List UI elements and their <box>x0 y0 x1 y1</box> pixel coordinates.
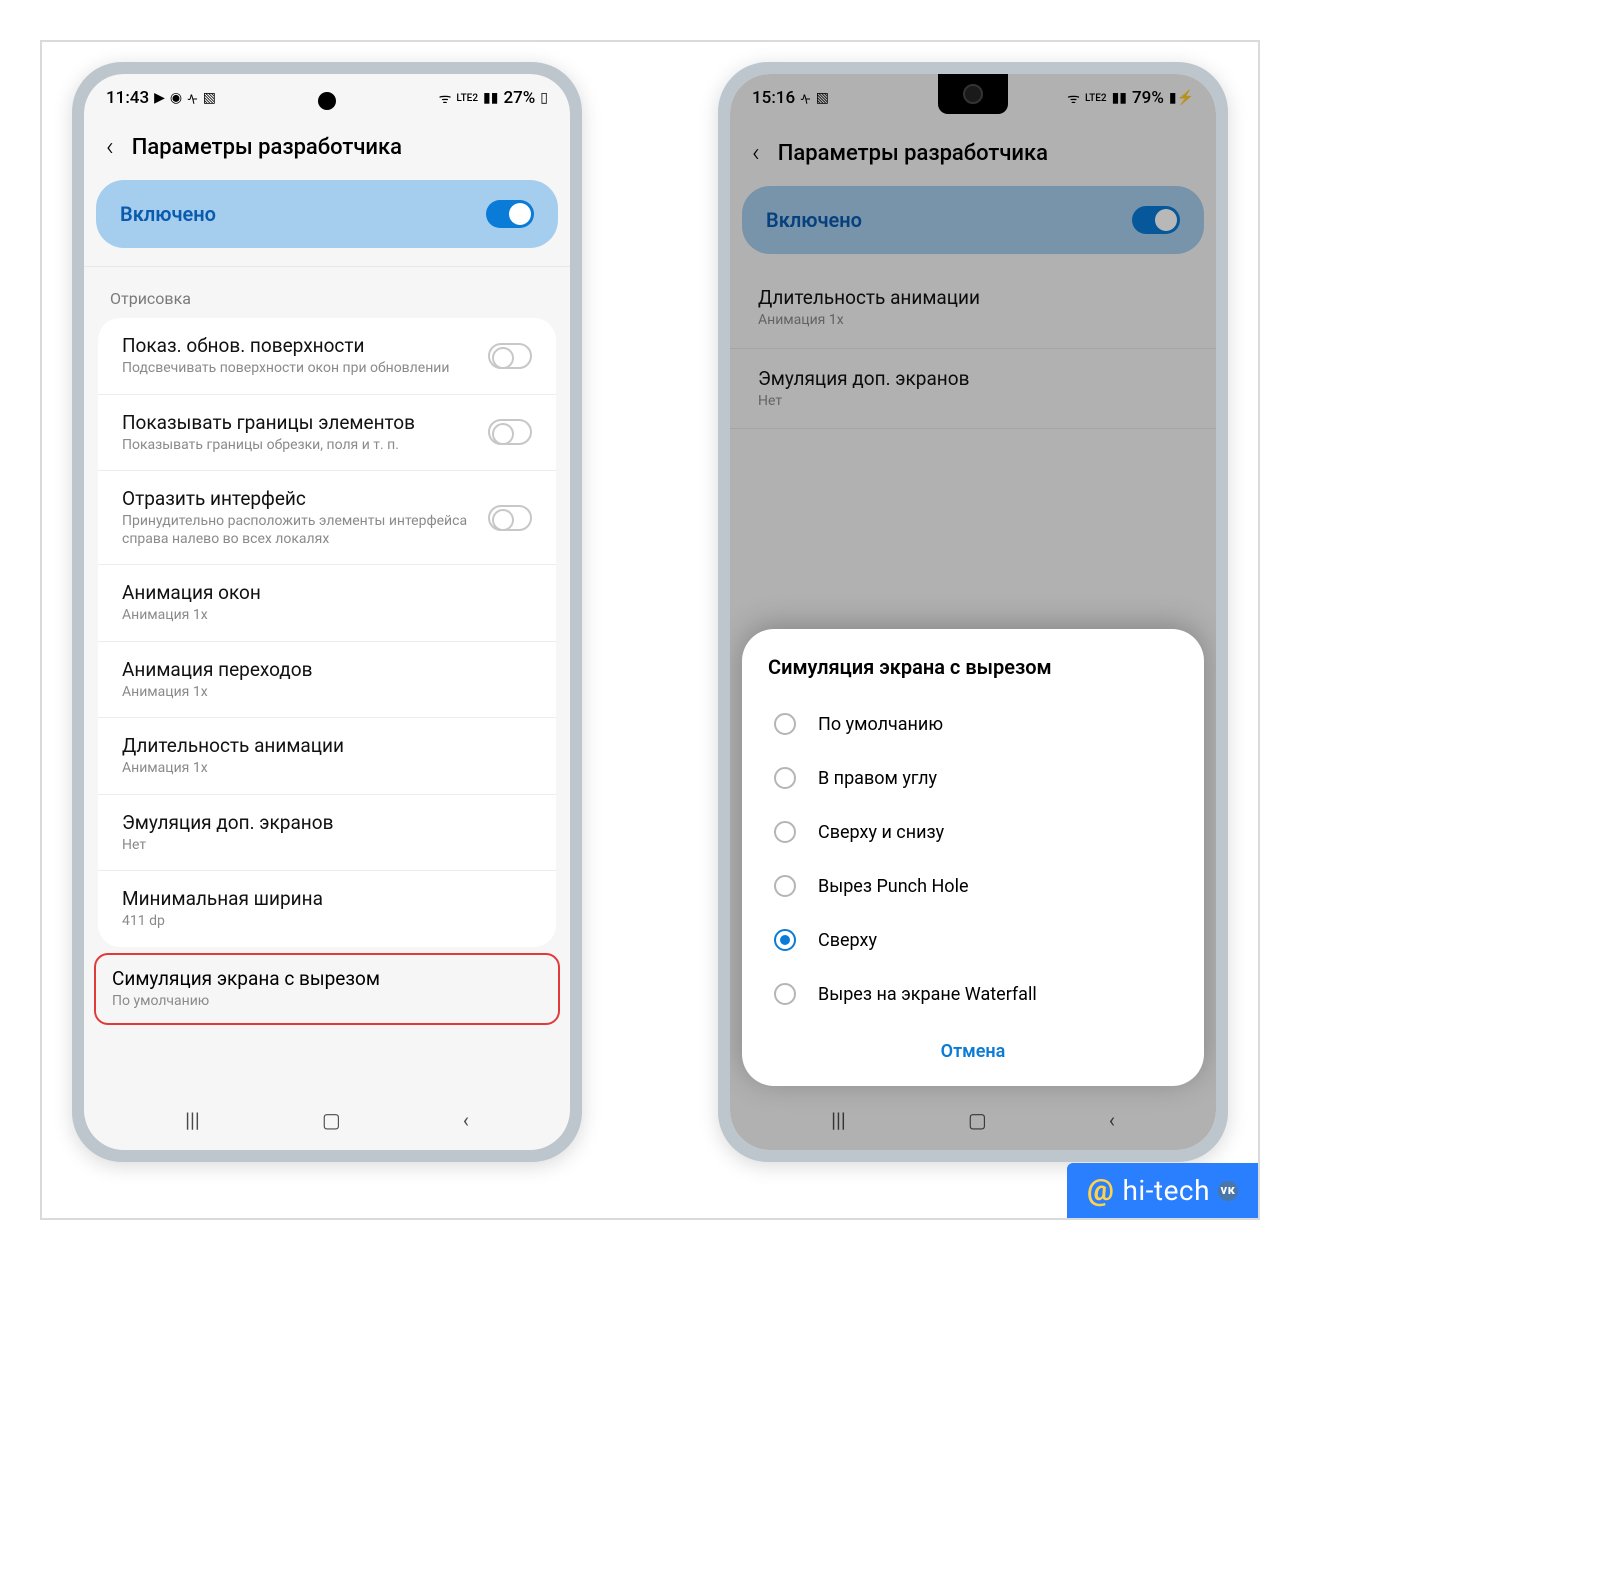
radio-icon[interactable] <box>774 821 796 843</box>
watermark-text: hi-tech <box>1122 1174 1210 1207</box>
app-icon: ◉ <box>170 90 182 106</box>
battery-pct: 27% <box>503 88 535 108</box>
back-nav-icon[interactable]: ‹ <box>463 1108 469 1132</box>
radio-label: Вырез на экране Waterfall <box>818 984 1037 1005</box>
master-toggle-label: Включено <box>120 202 216 226</box>
battery-icon: ▯ <box>540 90 548 106</box>
radio-option[interactable]: Сверху и снизу <box>768 805 1178 859</box>
settings-row[interactable]: Отразить интерфейс Принудительно располож… <box>98 471 556 565</box>
home-icon[interactable]: ▢ <box>322 1108 341 1132</box>
row-title: Эмуляция доп. экранов <box>122 811 333 834</box>
row-subtitle: Подсвечивать поверхности окон при обновл… <box>122 360 449 378</box>
toggle-off-icon[interactable] <box>488 505 532 531</box>
row-subtitle: Анимация 1x <box>122 760 344 778</box>
settings-card: Показ. обнов. поверхности Подсвечивать по… <box>98 318 556 947</box>
settings-row[interactable]: Анимация окон Анимация 1x <box>98 565 556 642</box>
toggle-off-icon[interactable] <box>488 419 532 445</box>
radio-option[interactable]: Вырез Punch Hole <box>768 859 1178 913</box>
phone-right: 15:16 ᠰ ▧ ᯤ LTE2 ▮▮ 79% ▮⚡ ‹ <box>718 62 1228 1162</box>
row-title: Минимальная ширина <box>122 887 323 910</box>
radio-option[interactable]: Вырез на экране Waterfall <box>768 967 1178 1021</box>
row-subtitle: Принудительно расположить элементы интер… <box>122 513 474 548</box>
radio-icon[interactable] <box>774 713 796 735</box>
camera-punch-icon <box>318 92 336 110</box>
android-navbar: ||| ▢ ‹ <box>84 1092 570 1150</box>
cancel-button[interactable]: Отмена <box>768 1021 1178 1074</box>
graph-icon: ᠰ <box>187 86 198 110</box>
vk-icon: vк <box>1218 1181 1238 1201</box>
section-drawing: Отрисовка <box>84 266 570 318</box>
radio-icon[interactable] <box>774 875 796 897</box>
settings-row[interactable]: Показывать границы элементов Показывать г… <box>98 395 556 472</box>
recents-icon[interactable]: ||| <box>185 1108 200 1132</box>
row-subtitle: Анимация 1x <box>122 684 312 702</box>
dialog-title: Симуляция экрана с вырезом <box>768 655 1178 679</box>
row-title: Длительность анимации <box>122 734 344 757</box>
row-subtitle: Анимация 1x <box>122 607 261 625</box>
cutout-title: Симуляция экрана с вырезом <box>112 967 542 990</box>
cutout-sim-row[interactable]: Симуляция экрана с вырезом По умолчанию <box>94 953 560 1025</box>
radio-icon[interactable] <box>774 983 796 1005</box>
page-header: ‹ Параметры разработчика <box>84 116 570 180</box>
row-subtitle: Показывать границы обрезки, поля и т. п. <box>122 437 415 455</box>
network-label: LTE2 <box>456 93 478 104</box>
row-title: Показывать границы элементов <box>122 411 415 434</box>
toggle-off-icon[interactable] <box>488 343 532 369</box>
youtube-icon: ▶ <box>154 90 165 106</box>
settings-row[interactable]: Показ. обнов. поверхности Подсвечивать по… <box>98 318 556 395</box>
row-title: Показ. обнов. поверхности <box>122 334 449 357</box>
signal-icon: ▮▮ <box>483 90 498 106</box>
gallery-icon: ▧ <box>203 90 216 106</box>
radio-label: В правом углу <box>818 768 937 789</box>
radio-option[interactable]: Сверху <box>768 913 1178 967</box>
radio-label: Сверху и снизу <box>818 822 944 843</box>
radio-label: Вырез Punch Hole <box>818 876 969 897</box>
master-toggle-row[interactable]: Включено <box>96 180 558 248</box>
wifi-icon: ᯤ <box>439 89 452 108</box>
at-icon: @ <box>1087 1173 1114 1208</box>
settings-row[interactable]: Минимальная ширина 411 dp <box>98 871 556 947</box>
cutout-sub: По умолчанию <box>112 993 542 1009</box>
page-title: Параметры разработчика <box>132 135 402 160</box>
radio-label: Сверху <box>818 930 877 951</box>
toggle-on-icon[interactable] <box>486 200 534 228</box>
settings-row[interactable]: Длительность анимации Анимация 1x <box>98 718 556 795</box>
radio-selected-icon[interactable] <box>774 929 796 951</box>
radio-icon[interactable] <box>774 767 796 789</box>
row-title: Анимация окон <box>122 581 261 604</box>
settings-row[interactable]: Эмуляция доп. экранов Нет <box>98 795 556 872</box>
row-subtitle: 411 dp <box>122 913 323 931</box>
radio-label: По умолчанию <box>818 714 943 735</box>
status-time: 11:43 <box>106 88 149 108</box>
row-title: Отразить интерфейс <box>122 487 474 510</box>
row-subtitle: Нет <box>122 837 333 855</box>
cutout-dialog: Симуляция экрана с вырезом По умолчанию В… <box>742 629 1204 1086</box>
row-title: Анимация переходов <box>122 658 312 681</box>
watermark: @ hi-tech vк <box>1067 1163 1258 1218</box>
camera-notch-icon <box>938 74 1008 114</box>
radio-option[interactable]: В правом углу <box>768 751 1178 805</box>
radio-option[interactable]: По умолчанию <box>768 697 1178 751</box>
settings-row[interactable]: Анимация переходов Анимация 1x <box>98 642 556 719</box>
back-icon[interactable]: ‹ <box>106 132 114 162</box>
phone-left: 11:43 ▶ ◉ ᠰ ▧ ᯤ LTE2 ▮▮ 27% ▯ <box>72 62 582 1162</box>
